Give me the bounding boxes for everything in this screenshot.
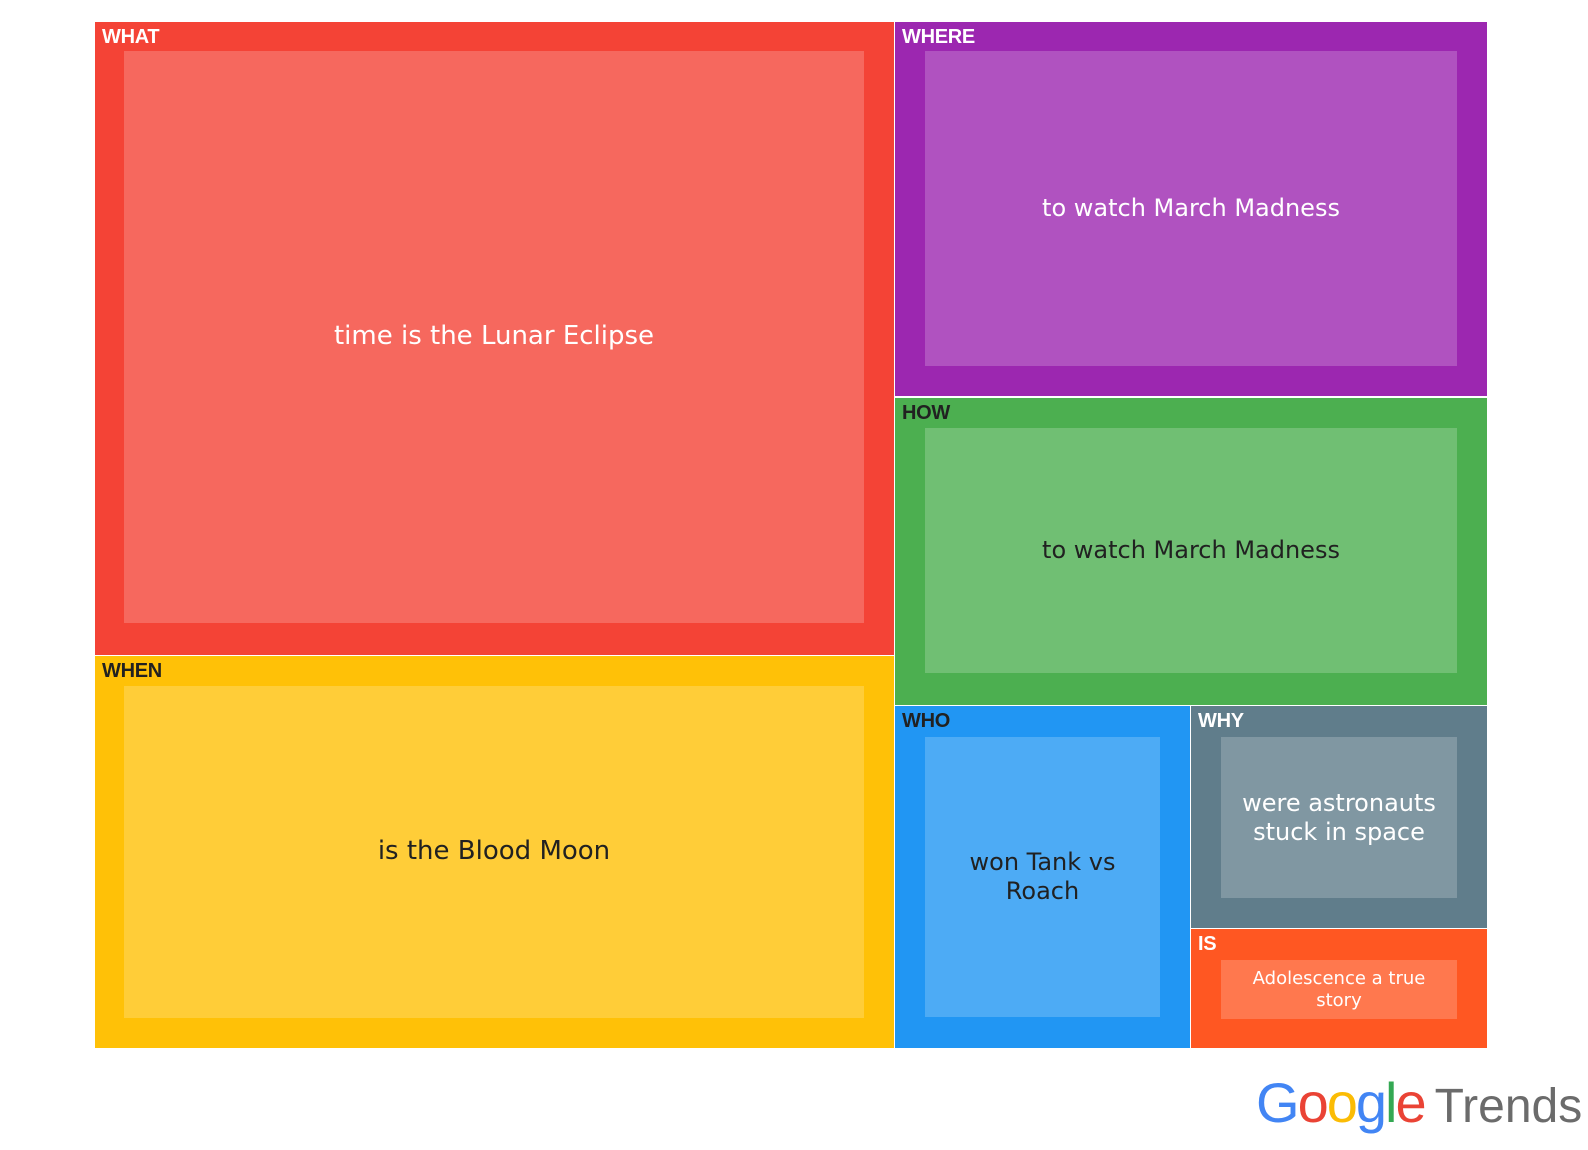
inner-box-what: time is the Lunar Eclipse xyxy=(124,51,864,623)
category-label-who: WHO xyxy=(902,710,950,732)
query-why: were astronauts stuck in space xyxy=(1242,788,1436,846)
google-letter: G xyxy=(1256,1071,1300,1134)
inner-box-who: won Tank vs Roach xyxy=(925,737,1160,1017)
query-is: Adolescence a true story xyxy=(1252,967,1426,1011)
cell-is[interactable]: IS Adolescence a true story xyxy=(1191,929,1487,1048)
google-letter: l xyxy=(1385,1071,1398,1134)
query-what: time is the Lunar Eclipse xyxy=(333,321,655,352)
inner-box-when: is the Blood Moon xyxy=(124,686,864,1018)
cell-how[interactable]: HOW to watch March Madness xyxy=(895,398,1487,705)
cell-what[interactable]: WHAT time is the Lunar Eclipse xyxy=(95,22,894,655)
category-label-why: WHY xyxy=(1198,710,1244,732)
category-label-how: HOW xyxy=(902,402,950,424)
query-who: won Tank vs Roach xyxy=(969,848,1116,905)
cell-when[interactable]: WHEN is the Blood Moon xyxy=(95,656,894,1048)
query-where: to watch March Madness xyxy=(1042,194,1340,223)
query-when: is the Blood Moon xyxy=(377,836,611,867)
google-letter: g xyxy=(1355,1071,1387,1134)
category-label-where: WHERE xyxy=(902,26,975,48)
google-letter: e xyxy=(1395,1071,1426,1134)
google-letter: o xyxy=(1326,1071,1358,1134)
cell-where[interactable]: WHERE to watch March Madness xyxy=(895,22,1487,396)
category-label-what: WHAT xyxy=(102,26,160,48)
trends-wordmark: Trends xyxy=(1434,1080,1583,1133)
inner-box-why: were astronauts stuck in space xyxy=(1221,737,1457,898)
inner-box-is: Adolescence a true story xyxy=(1221,960,1457,1019)
cell-who[interactable]: WHO won Tank vs Roach xyxy=(895,706,1190,1048)
google-trends-logo: Google Trends xyxy=(1256,1070,1583,1134)
inner-box-how: to watch March Madness xyxy=(925,428,1457,673)
google-letter: o xyxy=(1297,1071,1329,1134)
category-label-when: WHEN xyxy=(102,660,162,682)
google-wordmark: Google xyxy=(1256,1071,1427,1134)
query-how: to watch March Madness xyxy=(1042,536,1340,565)
category-label-is: IS xyxy=(1198,933,1217,955)
cell-why[interactable]: WHY were astronauts stuck in space xyxy=(1191,706,1487,928)
inner-box-where: to watch March Madness xyxy=(925,51,1457,366)
